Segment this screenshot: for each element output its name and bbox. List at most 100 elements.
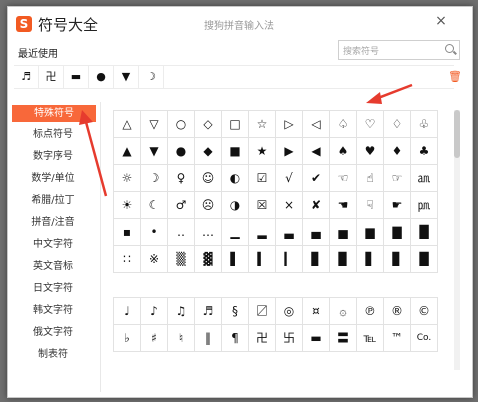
symbol-cell[interactable]: ☟ [357,192,384,219]
symbol-cell[interactable]: ‥ [168,219,195,246]
symbol-cell[interactable]: ♯ [141,325,168,352]
symbol-cell[interactable]: ‖ [195,325,222,352]
symbol-cell[interactable]: 〓 [330,325,357,352]
symbol-cell[interactable]: ▁ [222,219,249,246]
symbol-cell[interactable]: ♫ [168,298,195,325]
symbol-cell[interactable]: ☝ [357,165,384,192]
sidebar-item-chinese[interactable]: 中文字符 [10,236,96,253]
symbol-cell[interactable]: ○ [168,111,195,138]
symbol-cell[interactable]: ◐ [222,165,249,192]
symbol-cell[interactable]: ☽ [141,165,168,192]
symbol-cell[interactable]: ☆ [249,111,276,138]
symbol-cell[interactable]: ◁ [303,111,330,138]
symbol-cell[interactable]: ☞ [384,165,411,192]
sidebar-item-greek-latin[interactable]: 希腊/拉丁 [10,192,96,209]
symbol-cell[interactable]: ▇ [384,219,411,246]
symbol-cell[interactable]: ♬ [195,298,222,325]
symbol-cell[interactable]: 卐 [276,325,303,352]
symbol-cell[interactable]: ∷ [114,246,141,273]
symbol-cell[interactable]: ™ [384,325,411,352]
recent-symbol[interactable]: ☽ [139,66,164,88]
symbol-cell[interactable]: ※ [141,246,168,273]
symbol-cell[interactable]: ♪ [141,298,168,325]
sidebar-item-japanese[interactable]: 日文字符 [10,280,96,297]
symbol-cell[interactable]: ♭ [114,325,141,352]
symbol-cell[interactable]: ♮ [168,325,195,352]
search-icon[interactable] [445,44,454,53]
symbol-cell[interactable]: ♤ [330,111,357,138]
sidebar-item-special[interactable]: 特殊符号 [12,105,96,122]
sidebar-item-phonetic[interactable]: 英文音标 [10,258,96,275]
trash-icon[interactable]: 🗑 [448,70,462,84]
symbol-cell[interactable]: ◇ [195,111,222,138]
symbol-cell[interactable]: ♂ [168,192,195,219]
symbol-cell[interactable]: ☺ [195,165,222,192]
symbol-cell[interactable]: § [222,298,249,325]
symbol-cell[interactable]: ▒ [168,246,195,273]
recent-symbol[interactable]: ♬ [14,66,39,88]
symbol-cell[interactable]: ▬ [303,325,330,352]
symbol-cell[interactable]: ㏘ [411,192,438,219]
recent-symbol[interactable]: 卍 [39,66,64,88]
symbol-cell[interactable]: ▼ [141,138,168,165]
symbol-cell[interactable]: ® [384,298,411,325]
sidebar-item-russian[interactable]: 俄文字符 [10,324,96,341]
symbol-cell[interactable]: ▍ [249,246,276,273]
symbol-cell[interactable]: ♩ [114,298,141,325]
symbol-cell[interactable]: ☼ [114,165,141,192]
symbol-cell[interactable]: ℗ [357,298,384,325]
symbol-cell[interactable]: ♀ [168,165,195,192]
close-icon[interactable]: × [432,12,450,30]
symbol-cell[interactable]: ▲ [114,138,141,165]
symbol-cell[interactable]: ☚ [330,192,357,219]
symbol-cell[interactable]: ✔ [303,165,330,192]
symbol-cell[interactable]: ☑ [249,165,276,192]
symbol-cell[interactable]: █ [411,219,438,246]
symbol-cell[interactable]: ♠ [330,138,357,165]
sidebar-item-korean[interactable]: 韩文字符 [10,302,96,319]
symbol-cell[interactable]: 卍 [249,325,276,352]
sidebar-item-math[interactable]: 数学/单位 [10,170,96,187]
sidebar-item-pinyin[interactable]: 拼音/注音 [10,214,96,231]
symbol-cell[interactable]: ♡ [357,111,384,138]
symbol-cell[interactable]: █ [411,246,438,273]
recent-symbol[interactable]: ▬ [64,66,89,88]
symbol-cell[interactable]: ۞ [330,298,357,325]
symbol-cell[interactable]: ▪ [114,219,141,246]
symbol-cell[interactable]: 〼 [249,298,276,325]
symbol-cell[interactable]: ▌ [222,246,249,273]
symbol-cell[interactable]: × [276,192,303,219]
symbol-cell[interactable]: ¤ [303,298,330,325]
symbol-cell[interactable]: ℡ [357,325,384,352]
symbol-cell[interactable]: ☀ [114,192,141,219]
symbol-cell[interactable]: ▂ [249,219,276,246]
symbol-cell[interactable]: ♣ [411,138,438,165]
symbol-cell[interactable]: ■ [222,138,249,165]
symbol-cell[interactable]: ☛ [384,192,411,219]
symbol-cell[interactable]: ▋ [357,246,384,273]
symbol-cell[interactable]: ▃ [276,219,303,246]
sidebar-item-box-drawing[interactable]: 制表符 [10,346,96,363]
symbol-cell[interactable]: … [195,219,222,246]
symbol-cell[interactable]: ▅ [330,219,357,246]
symbol-cell[interactable]: ▽ [141,111,168,138]
symbol-cell[interactable]: ㏂ [411,165,438,192]
symbol-cell[interactable]: √ [276,165,303,192]
recent-symbol[interactable]: ▼ [114,66,139,88]
symbol-cell[interactable]: ▓ [195,246,222,273]
symbol-cell[interactable]: • [141,219,168,246]
symbol-cell[interactable]: ◆ [195,138,222,165]
symbol-cell[interactable]: ☒ [249,192,276,219]
symbol-cell[interactable]: ▉ [330,246,357,273]
symbol-cell[interactable]: △ [114,111,141,138]
symbol-cell[interactable]: ◑ [222,192,249,219]
symbol-cell[interactable]: ▶ [276,138,303,165]
symbol-cell[interactable]: ▊ [303,246,330,273]
symbol-cell[interactable]: □ [222,111,249,138]
symbol-cell[interactable]: ♥ [357,138,384,165]
symbol-cell[interactable]: ▷ [276,111,303,138]
symbol-cell[interactable]: © [411,298,438,325]
symbol-cell[interactable]: ☹ [195,192,222,219]
symbol-cell[interactable]: ☜ [330,165,357,192]
scrollbar-thumb[interactable] [454,110,460,158]
